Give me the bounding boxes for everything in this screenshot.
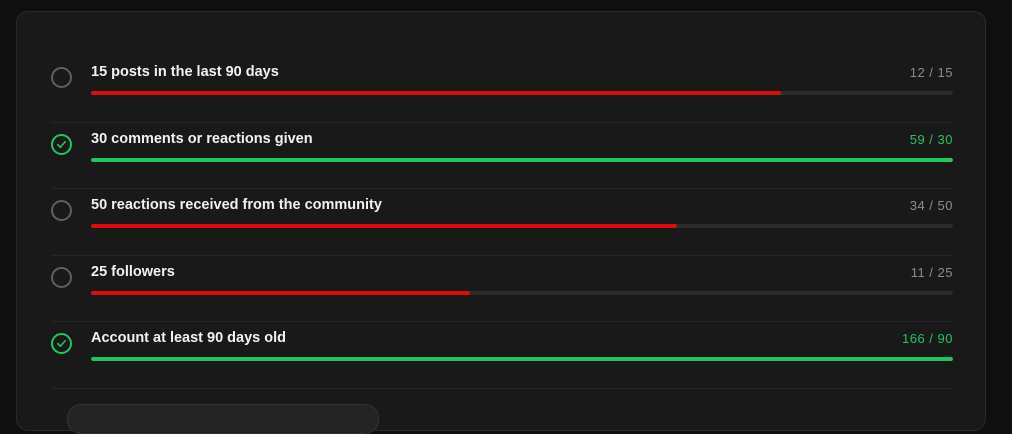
progress-fill	[91, 290, 471, 295]
progress-fill	[91, 91, 781, 95]
progress-fill	[91, 357, 953, 361]
requirement-row: 30 comments or reactions given 59 / 30	[51, 123, 953, 189]
checkmark-icon	[57, 339, 66, 348]
action-button[interactable]	[67, 404, 379, 434]
progress-fill	[91, 157, 953, 162]
requirement-count: 34 / 50	[909, 198, 953, 213]
requirement-label: 30 comments or reactions given	[91, 130, 313, 147]
requirement-row: 25 followers 11 / 25	[51, 256, 953, 322]
progress-track	[91, 290, 953, 295]
requirement-label: 25 followers	[91, 263, 175, 280]
requirement-label: 15 posts in the last 90 days	[91, 64, 279, 80]
empty-circle-icon	[51, 200, 72, 221]
requirement-row: Account at least 90 days old 166 / 90	[51, 322, 953, 389]
progress-track	[91, 357, 953, 361]
requirements-card: 15 posts in the last 90 days 12 / 15 30 …	[16, 11, 986, 434]
requirement-row: 15 posts in the last 90 days 12 / 15	[51, 56, 953, 123]
requirement-count: 12 / 15	[909, 65, 953, 80]
progress-track	[91, 224, 953, 228]
requirement-label: Account at least 90 days old	[91, 330, 287, 346]
requirement-row: 50 reactions received from the community…	[51, 189, 953, 256]
requirement-count: 11 / 25	[910, 264, 953, 280]
progress-track	[91, 91, 953, 95]
check-circle-icon	[51, 333, 72, 354]
requirement-count: 59 / 30	[909, 131, 953, 147]
checkmark-icon	[57, 140, 66, 148]
requirements-list: 15 posts in the last 90 days 12 / 15 30 …	[51, 56, 953, 389]
empty-circle-icon	[51, 67, 72, 88]
progress-fill	[91, 224, 678, 228]
progress-track	[91, 157, 953, 162]
requirement-count: 166 / 90	[902, 331, 953, 346]
requirement-label: 50 reactions received from the community	[91, 197, 382, 213]
check-circle-icon	[51, 133, 72, 155]
empty-circle-icon	[51, 266, 72, 288]
